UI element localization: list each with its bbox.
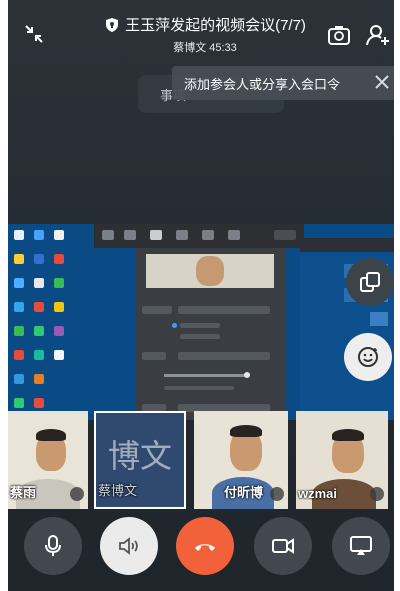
mute-button[interactable] xyxy=(24,517,82,575)
shared-app-toolbar xyxy=(94,224,304,248)
desktop-icons xyxy=(12,226,84,416)
collapse-icon[interactable] xyxy=(22,22,46,46)
participant-name: 蔡雨 xyxy=(10,485,37,500)
shared-settings-panel xyxy=(136,248,286,420)
participant-name: 付昕博 xyxy=(224,485,264,500)
add-person-icon[interactable] xyxy=(365,22,391,48)
invite-tip-banner[interactable]: 添加参会人或分享入会口令 xyxy=(172,66,394,100)
close-icon[interactable] xyxy=(374,74,390,90)
speaker-icon xyxy=(119,537,138,555)
layout-switch-button[interactable] xyxy=(346,258,394,306)
participant-tile[interactable]: wzmai xyxy=(296,411,388,509)
microphone-icon xyxy=(270,487,284,501)
participant-tile[interactable]: 蔡雨 xyxy=(8,411,88,509)
camera-preview xyxy=(146,254,274,288)
participant-name: wzmai xyxy=(298,486,338,501)
speaker-button[interactable] xyxy=(100,517,158,575)
reaction-button[interactable] xyxy=(344,333,392,381)
meeting-header: 王玉萍发起的视频会议(7/7) 蔡博文 45:33 xyxy=(100,14,310,55)
video-toggle-button[interactable] xyxy=(254,517,312,575)
shared-screen[interactable] xyxy=(8,224,394,420)
layout-switch-icon xyxy=(360,272,380,292)
participant-tile[interactable]: 付昕博 xyxy=(194,411,288,509)
hang-up-button[interactable] xyxy=(176,517,234,575)
host-and-duration: 蔡博文 45:33 xyxy=(173,42,237,54)
invite-tip-text: 添加参会人或分享入会口令 xyxy=(184,76,341,92)
participant-initials: 博文 xyxy=(107,437,172,475)
video-camera-icon xyxy=(272,538,294,554)
screen-share-button[interactable] xyxy=(332,517,390,575)
camera-switch-icon[interactable] xyxy=(326,22,352,48)
meeting-title: 王玉萍发起的视频会议(7/7) xyxy=(125,17,306,34)
participant-tile-active[interactable]: 博文 蔡博文 xyxy=(94,411,186,509)
microphone-icon xyxy=(370,487,384,501)
screen-share-icon xyxy=(350,536,372,555)
meeting-title-row: 王玉萍发起的视频会议(7/7) xyxy=(100,14,310,35)
video-meeting-screen: 王玉萍发起的视频会议(7/7) 蔡博文 45:33 事项 添加参会人或分享入会口… xyxy=(8,0,394,591)
shield-icon xyxy=(106,17,119,32)
emoji-icon xyxy=(358,347,378,367)
hang-up-icon xyxy=(195,544,215,551)
microphone-icon xyxy=(70,487,84,501)
participant-name: 蔡博文 xyxy=(98,483,138,498)
microphone-icon xyxy=(45,535,61,556)
